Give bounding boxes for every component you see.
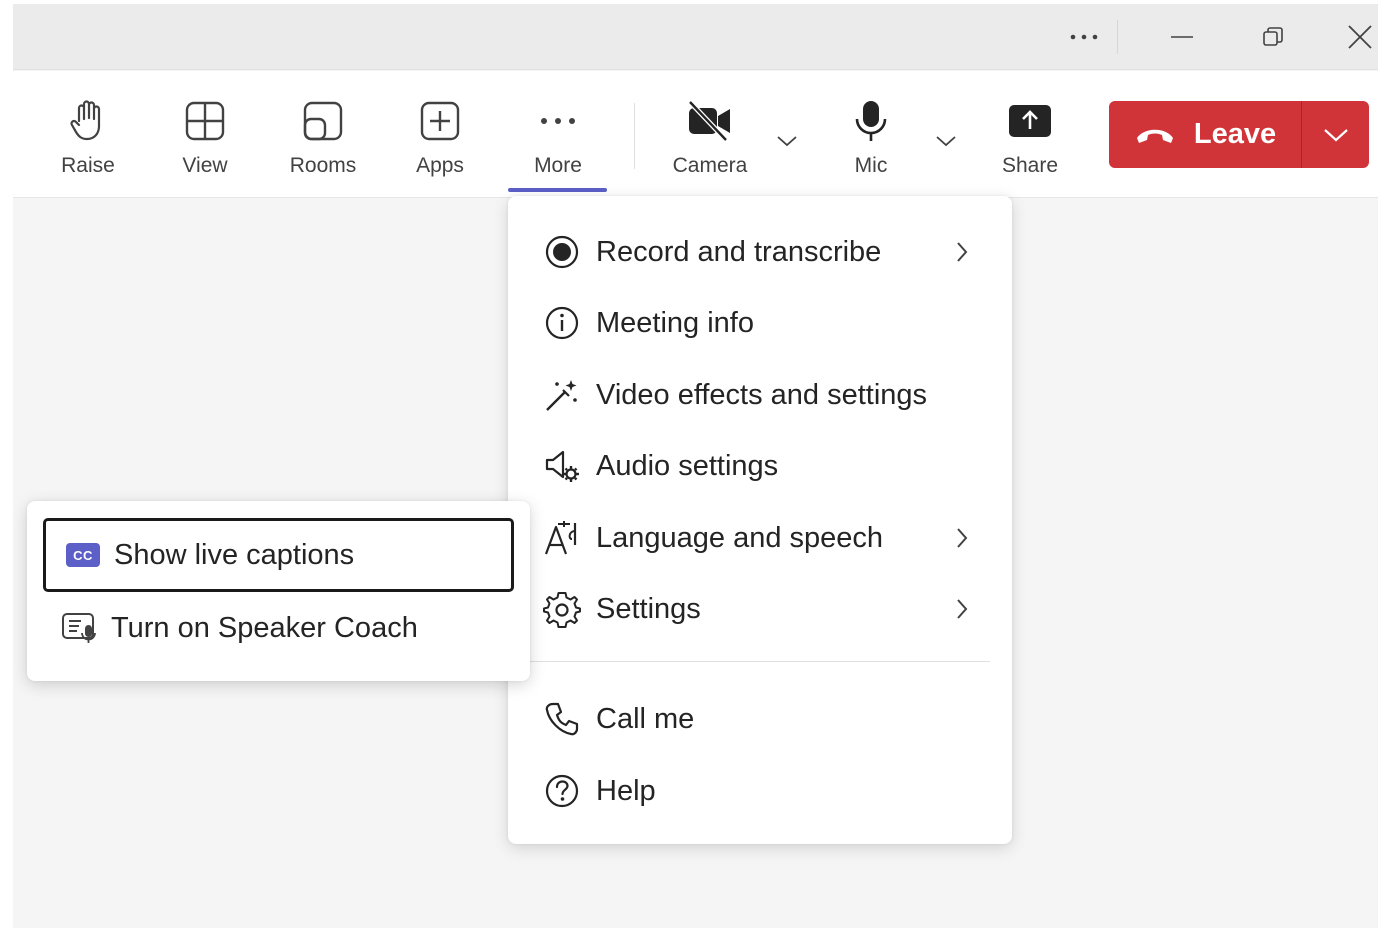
view-button[interactable]: View [155,71,255,191]
camera-button[interactable]: Camera [660,71,760,191]
share-button[interactable]: Share [980,71,1080,191]
more-active-indicator [508,188,607,192]
more-label: More [534,154,582,177]
chevron-down-icon [936,136,956,147]
title-bar [13,4,1378,70]
camera-label: Camera [672,154,748,177]
mic-icon [851,96,891,146]
rooms-icon [303,96,343,146]
leave-button-group: Leave [1109,101,1369,168]
menu-item-meeting-info[interactable]: Meeting info [508,292,1012,354]
help-icon [542,771,582,811]
mic-options-button[interactable] [931,126,961,156]
meeting-toolbar: Raise View Rooms Apps More Camera Mic Sh… [13,71,1378,198]
menu-divider [530,661,990,662]
speaker-coach-icon [60,608,100,648]
hand-icon [68,96,108,146]
menu-item-label: Language and speech [596,521,884,554]
show-live-captions-item[interactable]: CC Show live captions [43,518,514,592]
camera-off-icon [686,96,734,146]
more-button[interactable]: More [508,71,608,191]
apps-button[interactable]: Apps [390,71,490,191]
chevron-right-icon [950,237,974,267]
restore-button[interactable] [1245,4,1301,70]
phone-hangup-icon [1136,129,1173,143]
language-icon [542,518,582,558]
menu-item-label: Record and transcribe [596,235,882,268]
titlebar-more-button[interactable] [1053,4,1115,70]
minimize-icon [1171,36,1193,38]
menu-item-call-me[interactable]: Call me [508,688,1012,750]
mic-label: Mic [854,154,888,177]
view-label: View [182,154,228,177]
leave-button[interactable]: Leave [1109,101,1302,168]
raise-label: Raise [61,154,115,177]
cc-icon: CC [63,535,103,575]
close-button[interactable] [1335,4,1378,70]
chevron-right-icon [950,594,974,624]
leave-options-button[interactable] [1302,101,1369,168]
raise-hand-button[interactable]: Raise [38,71,138,191]
chevron-right-icon [950,523,974,553]
titlebar-divider [1117,20,1118,54]
ellipsis-icon [538,96,578,146]
language-and-speech-submenu: CC Show live captions Turn on Speaker Co… [27,501,530,681]
phone-icon [542,699,582,739]
ellipsis-icon [1070,34,1098,40]
menu-item-label: Video effects and settings [596,378,928,411]
rooms-button[interactable]: Rooms [273,71,373,191]
toolbar-divider [634,103,635,169]
share-tray-icon [1008,96,1052,146]
share-label: Share [1001,154,1059,177]
menu-item-settings[interactable]: Settings [508,578,1012,640]
menu-item-help[interactable]: Help [508,760,1012,822]
add-square-icon [420,96,460,146]
submenu-item-label: Show live captions [114,538,355,571]
more-menu: Record and transcribe Meeting info Video… [508,196,1012,844]
magic-wand-icon [542,375,582,415]
submenu-item-label: Turn on Speaker Coach [111,611,418,644]
menu-item-language-and-speech[interactable]: Language and speech [508,507,1012,569]
gear-icon [542,589,582,629]
chevron-down-icon [1323,128,1348,141]
mic-button[interactable]: Mic [821,71,921,191]
teams-meeting-window: Raise View Rooms Apps More Camera Mic Sh… [13,4,1378,928]
restore-icon [1263,27,1283,46]
leave-label: Leave [1193,118,1277,150]
speaker-settings-icon [542,446,582,486]
record-icon [542,232,582,272]
menu-item-video-effects[interactable]: Video effects and settings [508,364,1012,426]
camera-options-button[interactable] [772,126,802,156]
menu-item-label: Meeting info [596,306,754,339]
cc-badge: CC [66,543,100,567]
menu-item-record-and-transcribe[interactable]: Record and transcribe [508,221,1012,283]
close-icon [1348,25,1372,49]
menu-item-label: Call me [596,702,695,735]
grid-icon [185,96,225,146]
apps-label: Apps [416,154,464,177]
menu-item-audio-settings[interactable]: Audio settings [508,435,1012,497]
menu-item-label: Settings [596,592,701,625]
menu-item-label: Help [596,774,656,807]
chevron-down-icon [777,136,797,147]
minimize-button[interactable] [1153,4,1211,70]
info-icon [542,303,582,343]
menu-item-label: Audio settings [596,449,779,482]
rooms-label: Rooms [289,154,357,177]
turn-on-speaker-coach-item[interactable]: Turn on Speaker Coach [43,591,514,665]
